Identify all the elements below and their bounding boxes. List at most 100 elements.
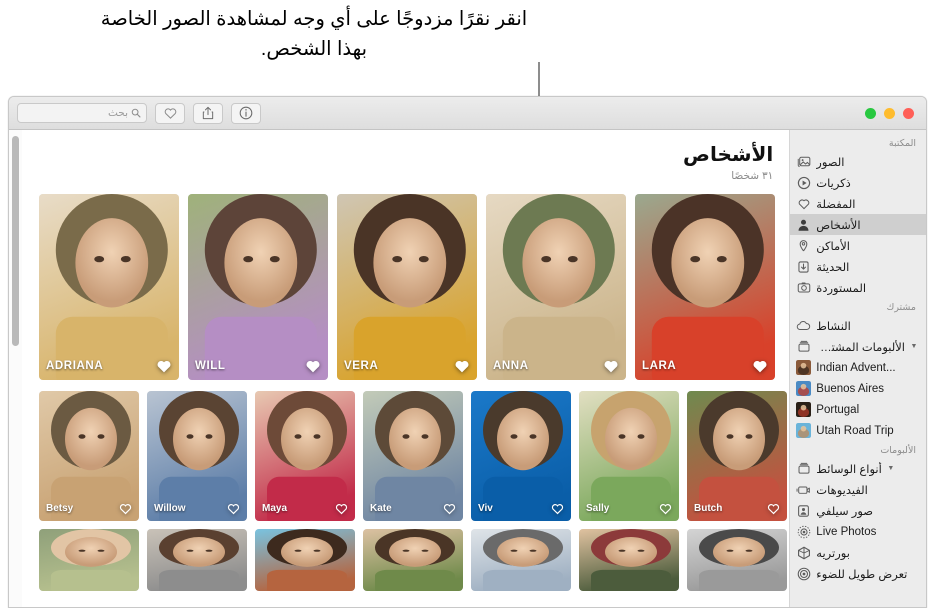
heart-outline-icon[interactable]: [551, 502, 564, 515]
person-name: ADRIANA: [46, 360, 104, 372]
sidebar-item-label: المستوردة: [816, 282, 867, 295]
person-tile[interactable]: Betsy: [39, 391, 139, 521]
sidebar-section-header: مشترك: [886, 302, 916, 313]
person-tile[interactable]: [687, 529, 787, 591]
page-title: الأشخاص: [683, 144, 774, 166]
share-icon: [202, 106, 214, 120]
person-tile[interactable]: Butch: [687, 391, 787, 521]
person-tile[interactable]: Maya: [255, 391, 355, 521]
person-name: Butch: [694, 503, 723, 514]
sidebar-item-label: الأشخاص: [816, 219, 861, 232]
sidebar-item-label: المفضلة: [816, 198, 856, 211]
person-tile[interactable]: VERA: [337, 194, 477, 380]
heart-outline-icon[interactable]: [659, 502, 672, 515]
person-name: Betsy: [46, 503, 74, 514]
sidebar-item-5[interactable]: تعرض طويل للضوء: [790, 563, 926, 584]
album-thumbnail: [796, 360, 812, 375]
heart-outline-icon[interactable]: [227, 502, 240, 515]
heart-outline-icon[interactable]: [443, 502, 456, 515]
chevron-down-icon[interactable]: ▼: [910, 343, 918, 350]
sidebar-item-1[interactable]: ذكريات: [790, 172, 926, 193]
person-tile[interactable]: Willow: [147, 391, 247, 521]
person-name: LARA: [642, 360, 677, 372]
person-tile[interactable]: [363, 529, 463, 591]
import-icon: [796, 259, 811, 274]
people-content-area: الأشخاص ٣١ شخصًا ADRIANA WILL VERA ANNA …: [9, 130, 790, 607]
person-name: ANNA: [493, 360, 529, 372]
info-button[interactable]: [231, 102, 261, 124]
person-tile[interactable]: ADRIANA: [39, 194, 179, 380]
person-tile[interactable]: [147, 529, 247, 591]
sidebar-item-1[interactable]: ▼ الألبومات المشتركة: [790, 336, 926, 357]
sidebar-item-1[interactable]: الفيديوهات: [790, 479, 926, 500]
person-tile[interactable]: WILL: [188, 194, 328, 380]
person-name: Maya: [262, 503, 288, 514]
person-name: VERA: [344, 360, 379, 372]
person-tile[interactable]: [579, 529, 679, 591]
camera-icon: [796, 280, 811, 295]
person-tile[interactable]: [471, 529, 571, 591]
chevron-down-icon[interactable]: ▼: [887, 465, 895, 472]
favorite-button[interactable]: [155, 102, 185, 124]
portrait-icon: [796, 545, 811, 560]
sidebar-item-4[interactable]: الأماكن: [790, 235, 926, 256]
heart-outline-icon[interactable]: [119, 502, 132, 515]
sidebar-item-label: صور سيلفي: [816, 505, 874, 518]
minimize-button[interactable]: [884, 107, 895, 119]
sidebar-item-label: Buenos Aires: [816, 382, 885, 395]
person-name: Sally: [586, 503, 610, 514]
sidebar-item-0[interactable]: النشاط: [790, 315, 926, 336]
heart-filled-icon[interactable]: [305, 358, 321, 374]
sidebar-item-label: الفيديوهات: [816, 484, 868, 497]
selfie-icon: [796, 503, 811, 518]
heart-outline-icon[interactable]: [767, 502, 780, 515]
sidebar-item-5[interactable]: Utah Road Trip: [790, 420, 926, 441]
sidebar: المكتبة الصور ذكريات المفضلة الأشخاص الأماكن ا…: [789, 130, 926, 607]
close-button[interactable]: [903, 107, 914, 119]
sidebar-section-header: الألبومات: [880, 445, 916, 456]
sidebar-item-3[interactable]: Buenos Aires: [790, 378, 926, 399]
person-tile[interactable]: ANNA: [486, 194, 626, 380]
sidebar-item-4[interactable]: Portugal: [790, 399, 926, 420]
person-name: Viv: [478, 503, 493, 514]
person-tile[interactable]: Sally: [579, 391, 679, 521]
sidebar-item-6[interactable]: المستوردة: [790, 277, 926, 298]
people-count: ٣١ شخصًا: [731, 170, 774, 182]
share-button[interactable]: [193, 102, 223, 124]
sidebar-item-3[interactable]: Live Photos: [790, 521, 926, 542]
album-thumbnail: [796, 402, 812, 417]
sidebar-item-label: Portugal: [816, 403, 860, 416]
sidebar-item-label: ...Indian Advent: [816, 361, 896, 374]
search-icon: [131, 108, 141, 118]
sidebar-item-2[interactable]: المفضلة: [790, 193, 926, 214]
sidebar-item-4[interactable]: بورتريه: [790, 542, 926, 563]
person-tile[interactable]: Viv: [471, 391, 571, 521]
heart-filled-icon[interactable]: [752, 358, 768, 374]
person-tile[interactable]: Kate: [363, 391, 463, 521]
sidebar-item-5[interactable]: الحديثة: [790, 256, 926, 277]
info-icon: [239, 106, 253, 120]
sidebar-item-2[interactable]: ...Indian Advent: [790, 357, 926, 378]
sidebar-item-label: الصور: [816, 156, 845, 169]
sidebar-item-label: Utah Road Trip: [816, 424, 894, 437]
zoom-button[interactable]: [865, 107, 876, 119]
heart-icon: [164, 107, 177, 119]
heart-filled-icon[interactable]: [454, 358, 470, 374]
person-tile[interactable]: [255, 529, 355, 591]
sidebar-item-0[interactable]: ▼ أنواع الوسائط: [790, 458, 926, 479]
search-input[interactable]: بحث: [17, 103, 147, 123]
sidebar-item-label: Live Photos: [816, 525, 877, 538]
longexposure-icon: [796, 566, 811, 581]
sidebar-item-3[interactable]: الأشخاص: [790, 214, 926, 235]
sidebar-item-label: الحديثة: [816, 261, 850, 274]
heart-filled-icon[interactable]: [156, 358, 172, 374]
callout-annotation: انقر نقرًا مزدوجًا على أي وجه لمشاهدة ال…: [0, 0, 934, 204]
person-tile[interactable]: [39, 529, 139, 591]
heart-outline-icon[interactable]: [335, 502, 348, 515]
person-tile[interactable]: LARA: [635, 194, 775, 380]
sidebar-item-0[interactable]: الصور: [790, 151, 926, 172]
sidebar-item-2[interactable]: صور سيلفي: [790, 500, 926, 521]
heart-filled-icon[interactable]: [603, 358, 619, 374]
window-controls: [865, 107, 926, 119]
video-icon: [796, 482, 811, 497]
